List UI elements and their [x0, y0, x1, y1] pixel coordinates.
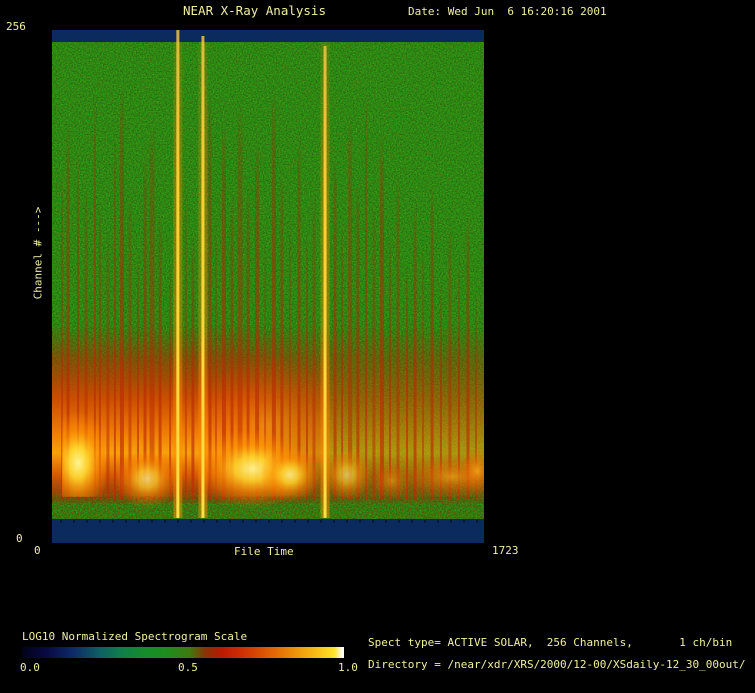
y-axis-label: Channel # ---> [32, 207, 45, 300]
spectrogram-image [52, 30, 484, 543]
y-axis-max-tick: 256 [6, 21, 26, 33]
colorbar-tick-1: 1.0 [338, 662, 358, 674]
page-title: NEAR X-Ray Analysis [183, 5, 326, 17]
x-axis-label: File Time [234, 546, 294, 558]
colorbar-title: LOG10 Normalized Spectrogram Scale [22, 631, 247, 643]
directory-info: Directory = /near/xdr/XRS/2000/12-00/XSd… [368, 659, 746, 671]
y-axis-min-tick: 0 [16, 533, 23, 545]
x-axis-min-tick: 0 [34, 545, 41, 557]
spect-type-info: Spect type= ACTIVE SOLAR, 256 Channels, … [368, 637, 732, 649]
x-axis-max-tick: 1723 [492, 545, 519, 557]
colorbar-tick-05: 0.5 [178, 662, 198, 674]
colorbar-tick-0: 0.0 [20, 662, 40, 674]
spectrogram-plot [52, 30, 484, 543]
date-label: Date: Wed Jun 6 16:20:16 2001 [408, 6, 607, 18]
colorbar-gradient [22, 647, 344, 658]
near-xray-analysis-window: NEAR X-Ray Analysis Date: Wed Jun 6 16:2… [0, 0, 755, 693]
